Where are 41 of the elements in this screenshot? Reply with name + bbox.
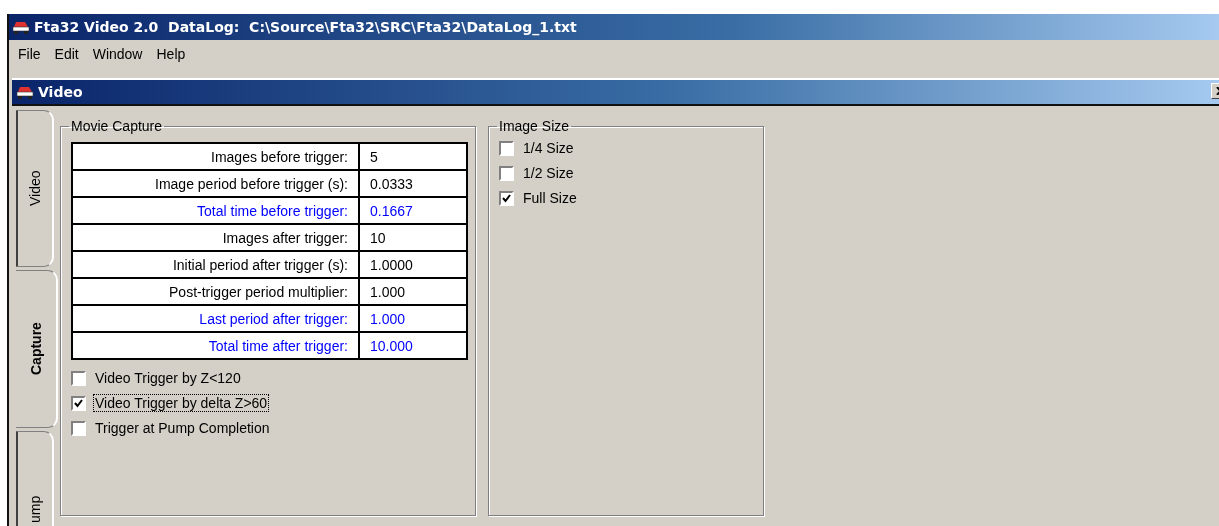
value-cell[interactable]: 1.000	[359, 278, 467, 305]
row-label: Total time before trigger:	[72, 197, 359, 224]
value-cell[interactable]: 10	[359, 224, 467, 251]
checkbox-label[interactable]: Video Trigger by delta Z>60	[94, 395, 269, 411]
value-cell: 10.000	[359, 332, 467, 359]
row-label: Images after trigger:	[72, 224, 359, 251]
tab[interactable]: Video	[16, 110, 54, 267]
checkbox[interactable]	[499, 190, 514, 206]
checkbox[interactable]	[499, 165, 514, 181]
tab[interactable]: ump	[16, 431, 54, 526]
group-title: Movie Capture	[70, 118, 164, 134]
car-icon	[16, 85, 34, 99]
row-label: Initial period after trigger (s):	[72, 251, 359, 278]
checkbox-label[interactable]: Trigger at Pump Completion	[94, 420, 271, 436]
value-cell[interactable]: 0.0333	[359, 170, 467, 197]
checkbox-label[interactable]: Full Size	[522, 190, 578, 206]
checkbox[interactable]	[499, 140, 514, 156]
row-label: Total time after trigger:	[72, 332, 359, 359]
checkbox[interactable]	[71, 420, 86, 436]
window-title: Fta32 Video 2.0 DataLog: C:\Source\Fta32\SRC\Fta32\DataLog_1.txt	[34, 19, 577, 35]
checkbox-label[interactable]: 1/4 Size	[522, 140, 575, 156]
tab[interactable]: Capture	[16, 270, 58, 428]
row-label: Post-trigger period multiplier:	[72, 278, 359, 305]
checkbox[interactable]	[71, 370, 86, 386]
row-label: Image period before trigger (s):	[72, 170, 359, 197]
car-icon	[12, 20, 30, 34]
menu-item[interactable]: Window	[85, 44, 150, 64]
checkbox-label[interactable]: 1/2 Size	[522, 165, 575, 181]
value-cell: 1.000	[359, 305, 467, 332]
value-cell[interactable]: 5	[359, 143, 467, 170]
checkbox-label[interactable]: Video Trigger by Z<120	[94, 370, 242, 386]
menu-item[interactable]: File	[11, 44, 48, 64]
menu-item[interactable]: Edit	[47, 44, 86, 64]
value-cell: 0.1667	[359, 197, 467, 224]
value-cell[interactable]: 1.0000	[359, 251, 467, 278]
row-label: Last period after trigger:	[72, 305, 359, 332]
row-label: Images before trigger:	[72, 143, 359, 170]
child-window-title: Video	[38, 84, 83, 100]
checkbox[interactable]	[71, 395, 86, 411]
group-title: Image Size	[498, 118, 571, 134]
menu-item[interactable]: Help	[149, 44, 193, 64]
